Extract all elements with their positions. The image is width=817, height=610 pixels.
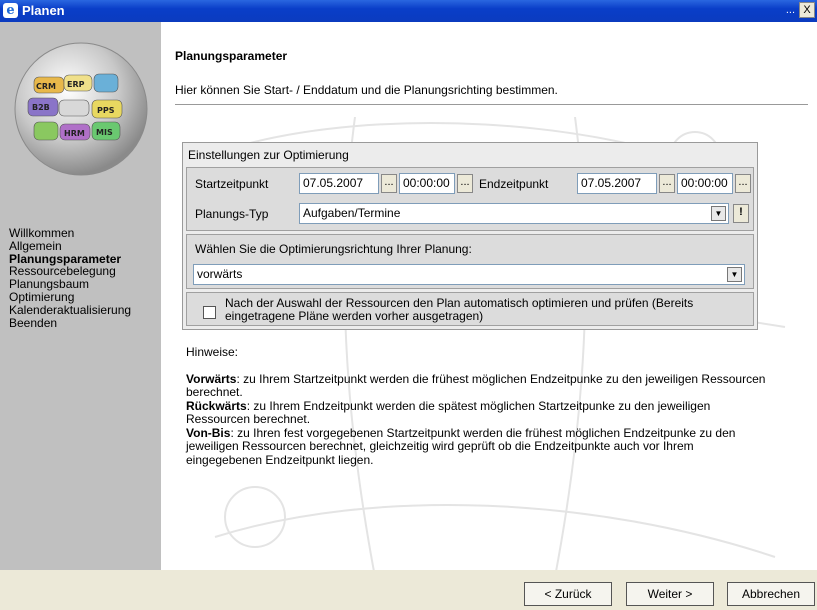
step-kalenderaktualisierung: Kalenderaktualisierung: [9, 302, 132, 317]
direction-select[interactable]: vorwärts: [193, 264, 745, 285]
planning-type-info-button[interactable]: !: [733, 204, 749, 223]
ie-icon: e: [3, 3, 18, 18]
step-optimierung: Optimierung: [9, 289, 75, 304]
hint-backward: Rückwärts: zu Ihrem Endzeitpunkt werden …: [186, 398, 766, 427]
direction-value: vorwärts: [197, 267, 243, 281]
auto-optimize-label: Nach der Auswahl der Ressourcen den Plan…: [225, 296, 694, 323]
start-label: Startzeitpunkt: [195, 177, 269, 191]
type-label: Planungs-Typ: [195, 207, 269, 221]
logo-label-erp: ERP: [67, 80, 85, 89]
auto-optimize-panel: Nach der Auswahl der Ressourcen den Plan…: [186, 292, 754, 326]
chevron-down-icon[interactable]: ▼: [711, 206, 726, 221]
wizard-footer: < Zurück Weiter > Abbrechen: [0, 570, 817, 610]
wizard-sidebar: CRM ERP B2B PPS HRM MIS Willkommen Allge…: [0, 22, 161, 601]
logo-label-hrm: HRM: [64, 129, 85, 138]
next-button[interactable]: Weiter >: [626, 582, 714, 606]
hint-fromto-text: : zu Ihren fest vorgegebenen Startzeitpu…: [186, 425, 736, 467]
close-icon[interactable]: X: [799, 2, 815, 18]
optimization-settings-group: Einstellungen zur Optimierung Startzeitp…: [182, 142, 758, 330]
time-type-panel: Startzeitpunkt 07.05.2007 ... 00:00:00 .…: [186, 167, 754, 231]
planning-type-select[interactable]: Aufgaben/Termine: [299, 203, 729, 224]
logo-label-crm: CRM: [36, 82, 56, 91]
group-title: Einstellungen zur Optimierung: [188, 148, 349, 162]
start-date-picker-button[interactable]: ...: [381, 174, 397, 193]
wizard-page: Planungsparameter Hier können Sie Start-…: [161, 22, 817, 601]
hint-forward: Vorwärts: zu Ihrem Startzeitpunkt werden…: [186, 371, 766, 400]
planning-type-value: Aufgaben/Termine: [303, 206, 401, 220]
direction-prompt: Wählen Sie die Optimierungsrichtung Ihre…: [195, 242, 472, 256]
end-label: Endzeitpunkt: [479, 177, 549, 191]
wizard-steps: Willkommen Allgemein Planungsparameter R…: [9, 227, 131, 329]
logo-label-b2b: B2B: [32, 103, 50, 112]
auto-optimize-checkbox[interactable]: [203, 306, 216, 319]
step-beenden: Beenden: [9, 315, 58, 330]
hints-title: Hinweise:: [186, 345, 239, 359]
title-overflow: ...: [785, 4, 795, 16]
step-willkommen: Willkommen: [9, 226, 75, 240]
puzzle-globe-logo: CRM ERP B2B PPS HRM MIS: [14, 42, 148, 176]
logo-label-mis: MIS: [96, 128, 113, 137]
back-button[interactable]: < Zurück: [524, 582, 612, 606]
end-date-field[interactable]: 07.05.2007: [577, 173, 657, 194]
hint-forward-term: Vorwärts: [186, 371, 237, 386]
start-time-picker-button[interactable]: ...: [457, 174, 473, 193]
chevron-down-icon[interactable]: ▼: [727, 267, 742, 282]
step-allgemein: Allgemein: [9, 238, 62, 253]
end-time-field[interactable]: 00:00:00: [677, 173, 733, 194]
hints-section: Hinweise: Vorwärts: zu Ihrem Startzeitpu…: [186, 345, 766, 468]
header-divider: [175, 104, 808, 105]
hint-backward-text: : zu Ihrem Endzeitpunkt werden die späte…: [186, 398, 711, 426]
page-description: Hier können Sie Start- / Enddatum und di…: [175, 83, 558, 97]
logo-label-pps: PPS: [97, 106, 115, 115]
window-title: Planen: [22, 3, 65, 18]
start-time-field[interactable]: 00:00:00: [399, 173, 455, 194]
page-title: Planungsparameter: [175, 49, 288, 63]
hint-backward-term: Rückwärts: [186, 398, 247, 413]
hint-fromto-term: Von-Bis: [186, 425, 231, 440]
title-bar: e Planen ... X: [0, 0, 817, 22]
start-date-field[interactable]: 07.05.2007: [299, 173, 379, 194]
hint-fromto: Von-Bis: zu Ihren fest vorgegebenen Star…: [186, 425, 766, 468]
hint-forward-text: : zu Ihrem Startzeitpunkt werden die frü…: [186, 371, 766, 399]
cancel-button[interactable]: Abbrechen: [727, 582, 815, 606]
end-date-picker-button[interactable]: ...: [659, 174, 675, 193]
direction-panel: Wählen Sie die Optimierungsrichtung Ihre…: [186, 234, 754, 289]
end-time-picker-button[interactable]: ...: [735, 174, 751, 193]
